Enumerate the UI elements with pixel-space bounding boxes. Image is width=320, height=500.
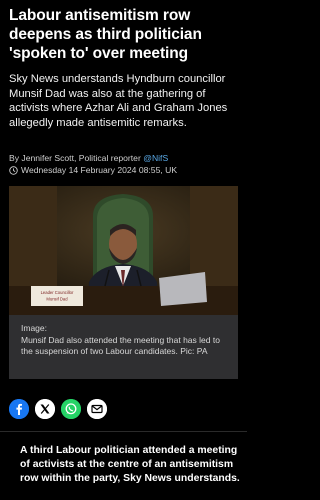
- article-image[interactable]: Leader Councillor Munsif Dad: [9, 186, 238, 315]
- clock-icon: [9, 165, 18, 175]
- share-facebook-button[interactable]: [9, 399, 29, 419]
- caption-label: Image:: [21, 323, 47, 333]
- share-bar: [9, 399, 107, 421]
- author-handle-link[interactable]: @NifS: [143, 153, 168, 163]
- share-email-button[interactable]: [87, 399, 107, 419]
- x-icon: [35, 399, 55, 419]
- caption-text: Munsif Dad also attended the meeting tha…: [21, 334, 220, 357]
- nameplate-line2: Munsif Dad: [46, 297, 68, 302]
- nameplate-line1: Leader Councillor: [41, 290, 74, 295]
- headline: Labour antisemitism row deepens as third…: [9, 7, 202, 62]
- dateline: Wednesday 14 February 2024 08:55, UK: [9, 164, 241, 176]
- share-x-button[interactable]: [35, 399, 55, 419]
- photo-illustration: Leader Councillor Munsif Dad: [9, 186, 238, 315]
- publish-date: Wednesday 14 February 2024 08:55, UK: [21, 165, 178, 175]
- share-whatsapp-button[interactable]: [61, 399, 81, 419]
- article-lead: A third Labour politician attended a mee…: [20, 445, 240, 484]
- byline-author: By Jennifer Scott, Political reporter: [9, 153, 144, 163]
- facebook-icon: [9, 399, 29, 419]
- image-caption: Image: Munsif Dad also attended the meet…: [9, 315, 238, 379]
- whatsapp-icon: [61, 399, 81, 419]
- byline: By Jennifer Scott, Political reporter @N…: [9, 152, 241, 164]
- email-icon: [87, 399, 107, 419]
- standfirst: Sky News understands Hyndburn councillor…: [9, 73, 228, 129]
- article: Labour antisemitism row deepens as third…: [0, 0, 247, 500]
- divider: [0, 431, 247, 432]
